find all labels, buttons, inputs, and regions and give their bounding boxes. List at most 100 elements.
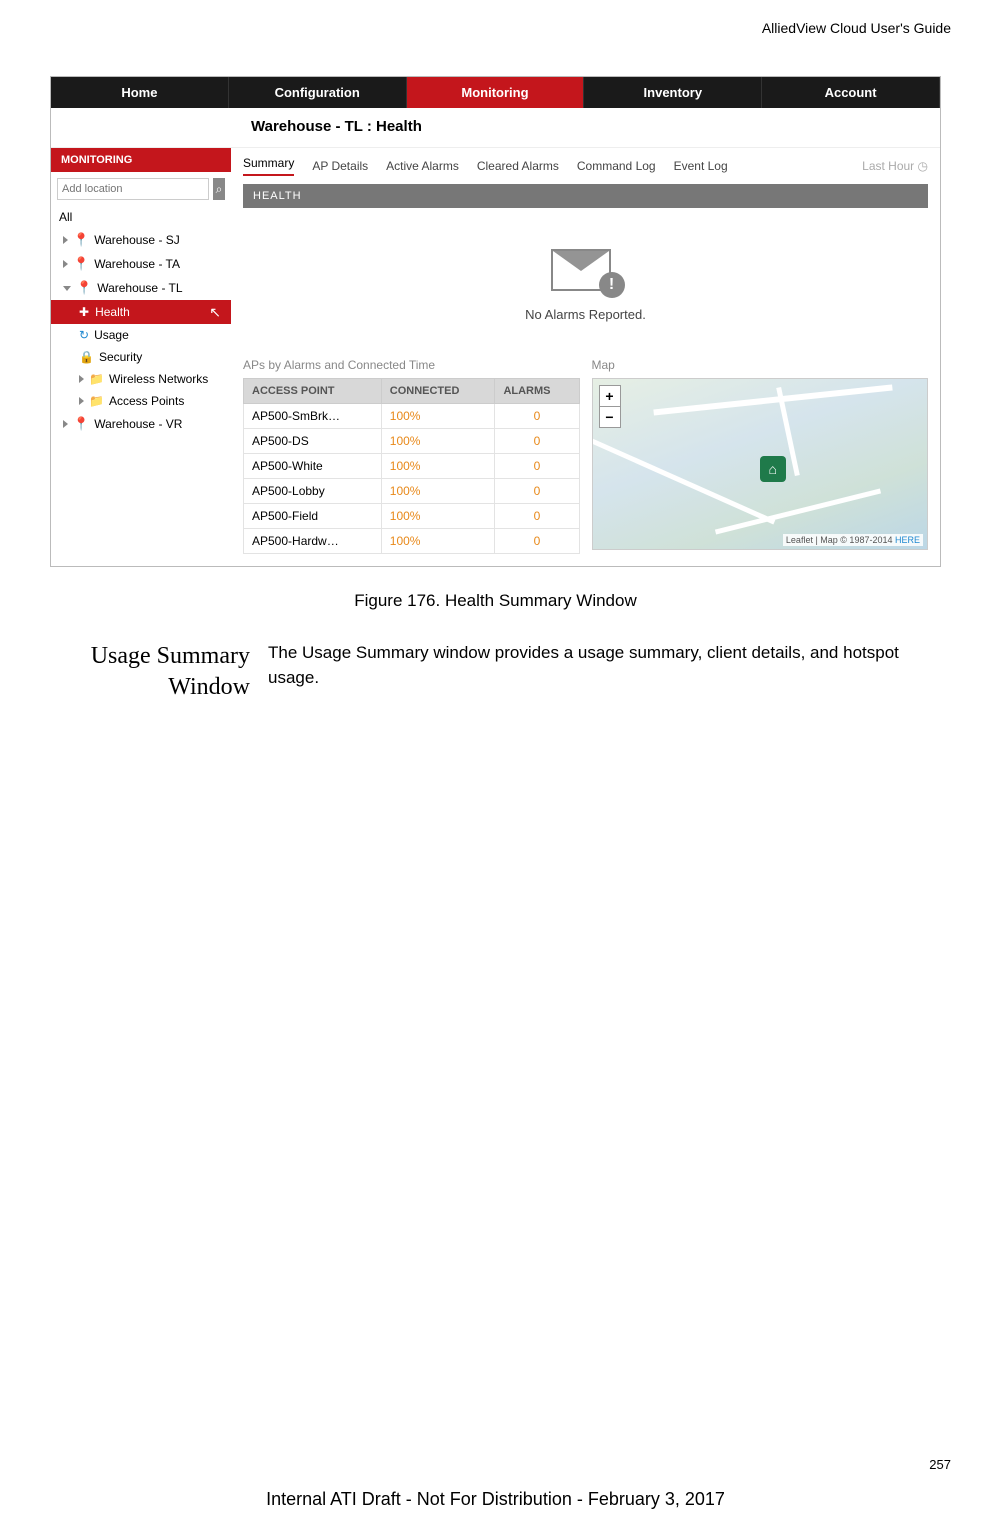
aps-title: APs by Alarms and Connected Time [243,358,580,372]
tree-usage[interactable]: ↻ Usage [51,324,231,346]
tree-all[interactable]: All [51,206,231,228]
ap-name: AP500-DS [244,429,382,454]
zoom-in-button[interactable]: + [600,386,620,407]
ap-alarms: 0 [495,479,579,504]
ap-connected: 100% [381,504,495,529]
tree-warehouse-tl[interactable]: 📍Warehouse - TL [51,276,231,300]
tree-warehouse-ta[interactable]: 📍 Warehouse - TA [51,252,231,276]
tab-cleared-alarms[interactable]: Cleared Alarms [477,159,559,173]
top-nav: Home Configuration Monitoring Inventory … [51,77,940,108]
zoom-out-button[interactable]: − [600,407,620,427]
ap-connected: 100% [381,479,495,504]
cursor-icon: ↖ [209,304,221,321]
tree-label: Warehouse - TL [97,281,182,295]
envelope-alert-icon: ! [551,244,621,294]
pin-icon: 📍 [73,416,89,432]
tree-label: Access Points [109,394,184,408]
ap-connected: 100% [381,529,495,554]
pin-icon: 📍 [73,256,89,272]
folder-icon: 📁 [89,394,104,408]
sidebar-title: MONITORING [51,148,231,172]
tab-summary[interactable]: Summary [243,156,294,176]
nav-inventory[interactable]: Inventory [584,77,762,108]
doc-header: AlliedView Cloud User's Guide [40,20,951,36]
pin-icon: 📍 [73,232,89,248]
map-attr-link[interactable]: HERE [895,535,920,545]
time-range-selector[interactable]: Last Hour ◷ [862,159,928,173]
tree-health[interactable]: ✚ Health ↖ [51,300,231,324]
no-alarms-panel: ! No Alarms Reported. [243,208,928,352]
search-input[interactable] [57,178,209,200]
clock-icon: ◷ [918,159,928,173]
nav-home[interactable]: Home [51,77,229,108]
tree-label: Warehouse - TA [94,257,180,271]
tree-warehouse-sj[interactable]: 📍 Warehouse - SJ [51,228,231,252]
health-icon: ✚ [79,305,89,319]
map-attribution: Leaflet | Map © 1987-2014 HERE [783,534,923,546]
ap-table: ACCESS POINT CONNECTED ALARMS AP500-SmBr… [243,378,580,554]
tab-event-log[interactable]: Event Log [674,159,728,173]
tree-label: Usage [94,328,129,342]
tree-access-points[interactable]: 📁 Access Points [51,390,231,412]
tree-warehouse-vr[interactable]: 📍 Warehouse - VR [51,412,231,436]
map-zoom: + − [599,385,621,428]
sidebar: MONITORING ⌕ All 📍Warehouse - SJ 📍Wareho… [51,148,231,566]
tab-command-log[interactable]: Command Log [577,159,656,173]
tab-ap-details[interactable]: AP Details [312,159,368,173]
ap-alarms: 0 [495,529,579,554]
nav-monitoring[interactable]: Monitoring [407,77,585,108]
map-road [653,384,892,415]
tree-wireless[interactable]: 📁Wireless Networks [51,368,231,390]
ap-name: AP500-Field [244,504,382,529]
ap-name: AP500-SmBrk… [244,404,382,429]
tree-label: Warehouse - VR [94,417,182,431]
table-row[interactable]: AP500-Hardw…100%0 [244,529,580,554]
map-title: Map [592,358,929,372]
col-connected[interactable]: CONNECTED [381,379,495,404]
breadcrumb: Warehouse - TL : Health [51,108,940,148]
caret-icon [79,375,84,383]
folder-icon: 📁 [89,372,104,386]
ap-name: AP500-White [244,454,382,479]
ap-alarms: 0 [495,504,579,529]
table-row[interactable]: AP500-SmBrk…100%0 [244,404,580,429]
no-alarms-text: No Alarms Reported. [525,307,646,322]
table-row[interactable]: AP500-White100%0 [244,454,580,479]
ap-alarms: 0 [495,429,579,454]
col-access-point[interactable]: ACCESS POINT [244,379,382,404]
ap-alarms: 0 [495,454,579,479]
ap-connected: 100% [381,454,495,479]
caret-down-icon [63,286,71,291]
page-number: 257 [929,1457,951,1472]
footer-draft: Internal ATI Draft - Not For Distributio… [0,1489,991,1510]
map-marker-icon[interactable]: ⌂ [760,456,786,482]
lock-icon: 🔒 [79,350,94,364]
table-row[interactable]: AP500-DS100%0 [244,429,580,454]
tree-label: Warehouse - SJ [94,233,180,247]
tab-active-alarms[interactable]: Active Alarms [386,159,459,173]
nav-account[interactable]: Account [762,77,940,108]
search-button[interactable]: ⌕ [213,178,225,200]
usage-icon: ↻ [79,328,89,342]
tree-label: Security [99,350,142,364]
aps-panel: APs by Alarms and Connected Time ACCESS … [243,352,580,554]
ap-name: AP500-Hardw… [244,529,382,554]
panel-header: HEALTH [243,184,928,208]
ap-name: AP500-Lobby [244,479,382,504]
col-alarms[interactable]: ALARMS [495,379,579,404]
figure-caption: Figure 176. Health Summary Window [40,591,951,611]
caret-icon [63,420,68,428]
caret-icon [63,260,68,268]
section-body: The Usage Summary window provides a usag… [268,641,951,703]
tree-label: Health [95,305,130,319]
tree-security[interactable]: 🔒 Security [51,346,231,368]
table-row[interactable]: AP500-Lobby100%0 [244,479,580,504]
map-road [592,439,775,525]
caret-icon [63,236,68,244]
table-row[interactable]: AP500-Field100%0 [244,504,580,529]
search-icon: ⌕ [216,182,223,197]
ap-alarms: 0 [495,404,579,429]
nav-configuration[interactable]: Configuration [229,77,407,108]
ap-connected: 100% [381,404,495,429]
map[interactable]: + − ⌂ Leaflet | Map © 1987-2014 HERE [592,378,929,550]
